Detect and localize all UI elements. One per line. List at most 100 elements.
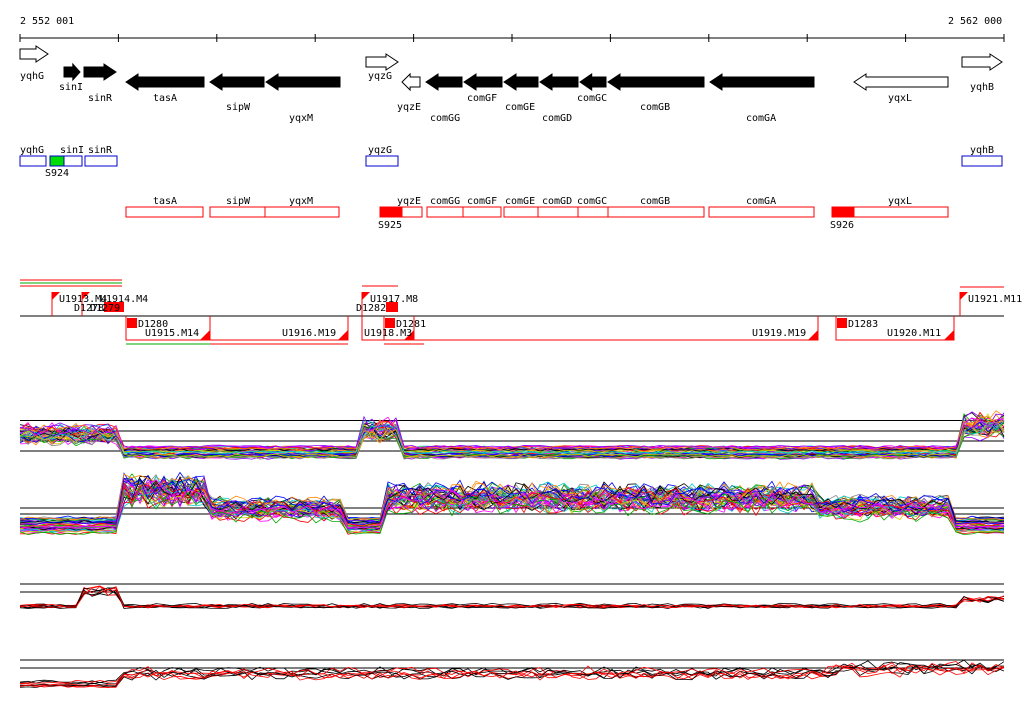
transcript-box[interactable] bbox=[19, 155, 47, 167]
transcript-box[interactable] bbox=[708, 206, 815, 218]
transcript-box[interactable] bbox=[462, 206, 502, 218]
transcription-shift-track: U1913.M4 U1914.M4 U1917.M8 U1921.M11 D12… bbox=[20, 279, 1022, 345]
transcript-box[interactable] bbox=[401, 206, 423, 218]
transcript-label: comGE bbox=[505, 196, 535, 207]
gene-label[interactable]: comGF bbox=[467, 93, 497, 104]
gene-label[interactable]: yqzE bbox=[397, 102, 421, 113]
sipW-gene-arrow[interactable] bbox=[209, 73, 265, 91]
d-label[interactable]: D1283 bbox=[848, 319, 878, 330]
comGC-gene-arrow[interactable] bbox=[579, 73, 607, 91]
downshift-label[interactable]: U1916.M19 bbox=[282, 328, 336, 339]
transcript-box[interactable] bbox=[264, 206, 340, 218]
plus-strand-transcripts: yqhG sinI sinR yqzG yqhB S924 bbox=[19, 145, 1003, 179]
gene-label[interactable]: sipW bbox=[226, 102, 251, 113]
sinR-gene-arrow[interactable] bbox=[83, 63, 117, 81]
transcript-box[interactable] bbox=[607, 206, 705, 218]
transcript-label: comGC bbox=[577, 196, 607, 207]
comGA-gene-arrow[interactable] bbox=[709, 73, 815, 91]
promoter-label: S924 bbox=[45, 168, 69, 179]
transcript-label: yqxM bbox=[289, 196, 313, 207]
downshift-label[interactable]: U1915.M14 bbox=[145, 328, 199, 339]
yqxL-gene-arrow[interactable] bbox=[853, 73, 949, 91]
transcript-label: comGA bbox=[746, 196, 776, 207]
transcript-label: yqzG bbox=[368, 145, 392, 156]
expression-profile-line bbox=[19, 413, 1005, 452]
gene-label[interactable]: yqxM bbox=[289, 113, 313, 124]
gene-label[interactable]: comGB bbox=[640, 102, 670, 113]
yqxM-gene-arrow[interactable] bbox=[265, 73, 341, 91]
comGD-gene-arrow[interactable] bbox=[539, 73, 579, 91]
transcript-box[interactable] bbox=[503, 206, 539, 218]
gene-label[interactable]: tasA bbox=[153, 93, 177, 104]
transcript-label: sipW bbox=[226, 196, 251, 207]
expression-profile-line bbox=[19, 411, 1005, 449]
sinI-gene-arrow[interactable] bbox=[63, 62, 81, 82]
transcript-box[interactable] bbox=[961, 155, 1003, 167]
gene-label[interactable]: yqhG bbox=[20, 71, 44, 82]
transcript-label: sinR bbox=[88, 145, 113, 156]
gene-annotation-track bbox=[19, 45, 1003, 92]
comGG-gene-arrow[interactable] bbox=[425, 73, 463, 91]
minus-strand-transcripts: tasA sipW yqxM yqzE comGG comGF comGE co… bbox=[125, 196, 949, 231]
transcript-box[interactable] bbox=[125, 206, 204, 218]
expression-profile-line bbox=[19, 412, 1005, 451]
expression-profile-line bbox=[19, 416, 1005, 449]
transcript-label: comGG bbox=[430, 196, 460, 207]
expression-profile-line bbox=[19, 412, 1005, 449]
comGF-gene-arrow[interactable] bbox=[463, 73, 503, 91]
comGE-gene-arrow[interactable] bbox=[503, 73, 539, 91]
shift-marker[interactable] bbox=[127, 318, 137, 328]
yqhG-gene-arrow[interactable] bbox=[19, 45, 49, 63]
transcript-label: yqhB bbox=[970, 145, 994, 156]
ruler-end-label: 2 562 000 bbox=[948, 16, 1002, 27]
expression-profile-line bbox=[19, 413, 1005, 452]
d-label[interactable]: D1279 bbox=[90, 303, 120, 314]
gene-label[interactable]: yqxL bbox=[888, 93, 912, 104]
transcript-label: yqhG bbox=[20, 145, 44, 156]
yqhB-gene-arrow[interactable] bbox=[961, 53, 1003, 71]
transcript-box[interactable] bbox=[63, 155, 83, 167]
yqzE-gene-arrow[interactable] bbox=[401, 72, 421, 92]
transcript-label: comGB bbox=[640, 196, 670, 207]
shift-marker[interactable] bbox=[837, 318, 847, 328]
transcript-label: tasA bbox=[153, 196, 177, 207]
transcript-label: yqzE bbox=[397, 196, 421, 207]
gene-label[interactable]: sinI bbox=[59, 82, 83, 93]
downshift-label[interactable]: U1919.M19 bbox=[752, 328, 806, 339]
gene-label[interactable]: comGC bbox=[577, 93, 607, 104]
transcript-box[interactable] bbox=[209, 206, 266, 218]
expression-profile-panels bbox=[19, 410, 1005, 689]
promoter-label: S925 bbox=[378, 220, 402, 231]
transcript-box[interactable] bbox=[577, 206, 609, 218]
transcript-box[interactable] bbox=[84, 155, 118, 167]
downshift-label[interactable]: U1918.M3 bbox=[364, 328, 412, 339]
gene-label[interactable]: yqhB bbox=[970, 82, 994, 93]
transcript-box[interactable] bbox=[426, 206, 464, 218]
transcript-box[interactable] bbox=[365, 155, 399, 167]
transcript-box[interactable] bbox=[853, 206, 949, 218]
gene-label[interactable]: comGG bbox=[430, 113, 460, 124]
d-label[interactable]: D1282 bbox=[356, 303, 386, 314]
promoter-label: S926 bbox=[830, 220, 854, 231]
expression-profile-line bbox=[19, 415, 1005, 450]
expression-profile-line bbox=[19, 417, 1005, 450]
expression-profile-line bbox=[19, 585, 1005, 609]
gene-label[interactable]: comGD bbox=[542, 113, 572, 124]
transcript-label: comGD bbox=[542, 196, 572, 207]
promoter-box[interactable] bbox=[831, 206, 855, 218]
gene-label[interactable]: sinR bbox=[88, 93, 113, 104]
upshift-label[interactable]: U1921.M11 bbox=[968, 294, 1022, 305]
gene-label[interactable]: comGE bbox=[505, 102, 535, 113]
transcript-box[interactable] bbox=[537, 206, 579, 218]
expression-profile-line bbox=[19, 585, 1005, 609]
promoter-box[interactable] bbox=[379, 206, 403, 218]
downshift-label[interactable]: U1920.M11 bbox=[887, 328, 941, 339]
yqzG-gene-arrow[interactable] bbox=[365, 53, 399, 71]
comGB-gene-arrow[interactable] bbox=[607, 73, 705, 91]
gene-label[interactable]: yqzG bbox=[368, 71, 392, 82]
tasA-gene-arrow[interactable] bbox=[125, 73, 205, 91]
shift-marker[interactable] bbox=[385, 318, 395, 328]
ruler-start-label: 2 552 001 bbox=[20, 16, 74, 27]
gene-label[interactable]: comGA bbox=[746, 113, 776, 124]
promoter-box[interactable] bbox=[49, 155, 65, 167]
